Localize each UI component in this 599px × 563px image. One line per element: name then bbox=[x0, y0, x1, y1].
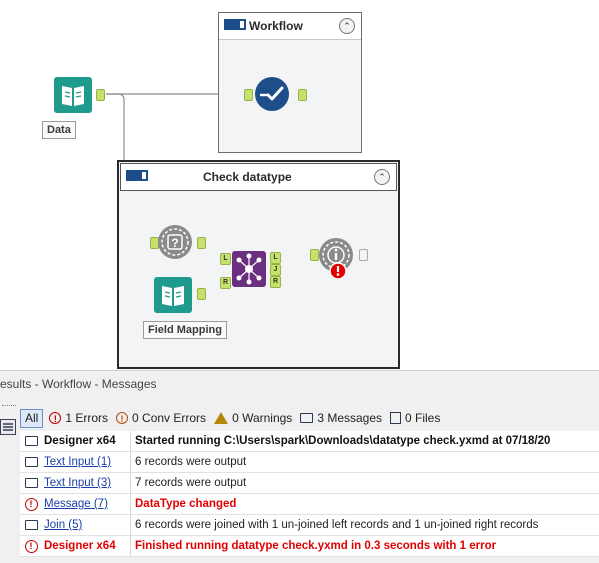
message-tool[interactable] bbox=[318, 237, 358, 283]
tool-annotation: Data bbox=[42, 121, 76, 139]
row-message: 6 records were joined with 1 un-joined l… bbox=[135, 519, 539, 531]
filter-errors-label: 1 Errors bbox=[65, 411, 109, 425]
table-row[interactable]: Text Input (1) 6 records were output bbox=[20, 452, 599, 473]
filter-errors-button[interactable]: ! 1 Errors bbox=[49, 411, 108, 425]
table-row[interactable]: Designer x64 Started running C:\Users\sp… bbox=[20, 431, 599, 452]
row-source-link[interactable]: Text Input (1) bbox=[44, 456, 111, 468]
container-header[interactable]: Check datatype ⌃ bbox=[120, 163, 397, 191]
table-row[interactable]: Text Input (3) 7 records were output bbox=[20, 473, 599, 494]
book-icon bbox=[54, 77, 92, 113]
filter-messages-label: 3 Messages bbox=[317, 411, 383, 425]
message-icon bbox=[300, 413, 314, 423]
container-header[interactable]: Workflow ⌃ bbox=[219, 13, 361, 40]
row-message: 7 records were output bbox=[135, 477, 247, 489]
table-row[interactable]: Join (5) 6 records were joined with 1 un… bbox=[20, 515, 599, 536]
info-icon bbox=[319, 238, 353, 280]
drag-handle[interactable] bbox=[2, 405, 16, 408]
warning-icon bbox=[214, 412, 229, 424]
join-out-right-anchor[interactable]: R bbox=[270, 276, 281, 288]
output-anchor[interactable] bbox=[298, 89, 307, 101]
row-source-link[interactable]: Join (5) bbox=[44, 519, 82, 531]
table-row[interactable]: ! Message (7) DataType changed bbox=[20, 494, 599, 515]
file-icon bbox=[390, 412, 402, 424]
filter-messages-button[interactable]: 3 Messages bbox=[300, 411, 382, 425]
input-anchor[interactable] bbox=[244, 89, 253, 101]
auto-field-tool[interactable]: ? bbox=[157, 224, 193, 260]
join-icon bbox=[232, 251, 266, 287]
join-right-anchor[interactable]: R bbox=[220, 277, 231, 289]
filter-all-button[interactable]: All bbox=[20, 408, 44, 428]
container-title: Workflow bbox=[249, 19, 303, 33]
error-icon: ! bbox=[49, 412, 62, 424]
collapse-icon[interactable]: ⌃ bbox=[374, 169, 390, 185]
collapse-icon[interactable]: ⌃ bbox=[339, 18, 355, 34]
container-icon bbox=[126, 170, 148, 181]
output-anchor[interactable] bbox=[197, 288, 206, 300]
output-anchor[interactable] bbox=[197, 237, 206, 249]
list-view-icon[interactable] bbox=[0, 419, 16, 435]
filter-files-button[interactable]: 0 Files bbox=[390, 411, 440, 425]
messages-table: Designer x64 Started running C:\Users\sp… bbox=[20, 431, 599, 557]
error-icon: ! bbox=[24, 497, 38, 511]
filter-warnings-button[interactable]: 0 Warnings bbox=[214, 411, 292, 425]
row-message: DataType changed bbox=[135, 498, 237, 510]
tool-annotation: Field Mapping bbox=[143, 321, 227, 339]
results-panel: esults - Workflow - Messages All ! 1 Err… bbox=[0, 370, 599, 563]
results-title: esults - Workflow - Messages bbox=[0, 377, 157, 391]
container-title: Check datatype bbox=[203, 170, 292, 184]
message-icon bbox=[24, 436, 38, 446]
row-source: Designer x64 bbox=[42, 536, 131, 556]
filter-warnings-label: 0 Warnings bbox=[232, 411, 293, 425]
filter-files-label: 0 Files bbox=[405, 411, 441, 425]
row-message: Started running C:\Users\spark\Downloads… bbox=[135, 435, 551, 447]
text-input-tool[interactable] bbox=[153, 276, 193, 314]
join-out-join-anchor[interactable]: J bbox=[270, 264, 281, 276]
join-out-left-anchor[interactable]: L bbox=[270, 252, 281, 264]
container-icon bbox=[224, 19, 246, 30]
message-icon bbox=[24, 457, 38, 467]
checkmark-icon bbox=[255, 77, 289, 111]
check-tool[interactable] bbox=[254, 76, 290, 112]
question-gear-icon: ? bbox=[158, 225, 192, 259]
workflow-container[interactable]: Workflow ⌃ bbox=[218, 12, 362, 153]
filter-conv-errors-button[interactable]: ! 0 Conv Errors bbox=[116, 411, 206, 425]
row-source: Designer x64 bbox=[42, 431, 131, 451]
output-anchor[interactable] bbox=[359, 249, 368, 261]
row-message: 6 records were output bbox=[135, 456, 247, 468]
message-icon bbox=[24, 520, 38, 530]
svg-text:?: ? bbox=[171, 236, 178, 250]
message-filter-bar: All ! 1 Errors ! 0 Conv Errors 0 Warning… bbox=[20, 408, 448, 428]
conv-error-icon: ! bbox=[116, 412, 129, 424]
row-message: Finished running datatype check.yxmd in … bbox=[135, 540, 497, 552]
message-icon bbox=[24, 478, 38, 488]
book-icon bbox=[154, 277, 192, 313]
error-icon: ! bbox=[24, 539, 38, 553]
filter-conv-errors-label: 0 Conv Errors bbox=[132, 411, 207, 425]
row-source-link[interactable]: Message (7) bbox=[44, 498, 108, 510]
text-input-tool[interactable] bbox=[53, 76, 93, 114]
join-left-anchor[interactable]: L bbox=[220, 253, 231, 265]
join-tool[interactable] bbox=[231, 250, 267, 288]
table-row[interactable]: ! Designer x64 Finished running datatype… bbox=[20, 536, 599, 557]
workflow-canvas[interactable]: Workflow ⌃ Check datatype ⌃ Data ? Field… bbox=[0, 0, 599, 370]
row-source-link[interactable]: Text Input (3) bbox=[44, 477, 111, 489]
output-anchor[interactable] bbox=[96, 89, 105, 101]
